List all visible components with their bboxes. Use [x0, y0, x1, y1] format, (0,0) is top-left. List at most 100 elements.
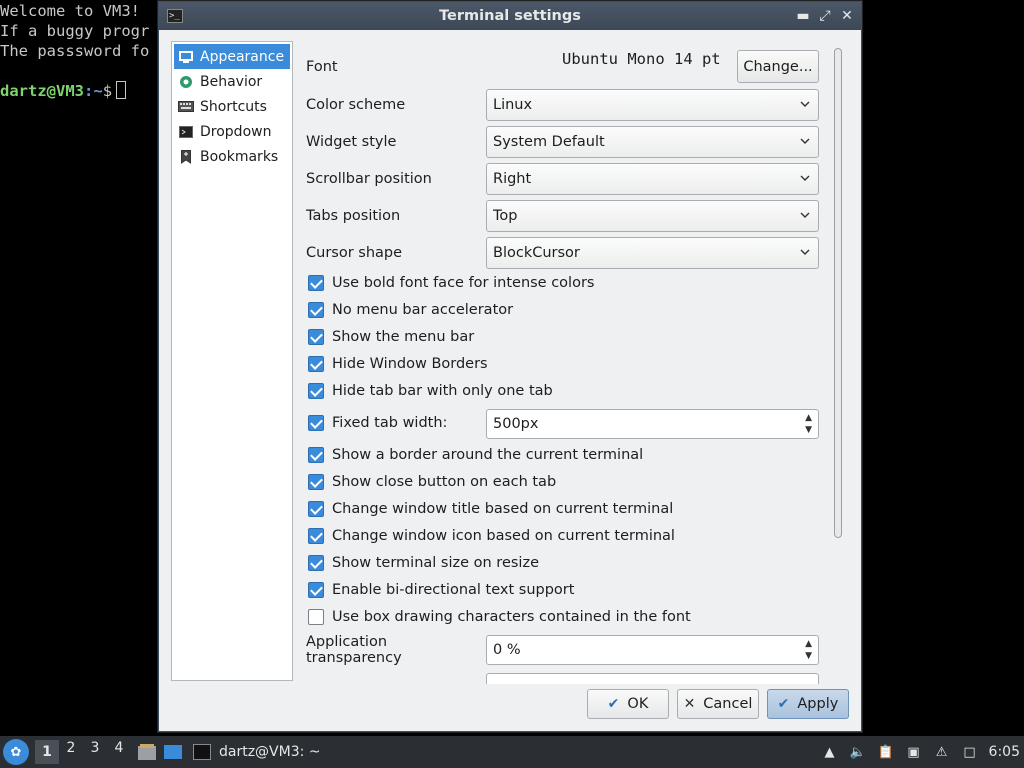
- scrollbar-thumb[interactable]: [834, 48, 842, 538]
- workspace-3[interactable]: 3: [83, 740, 107, 764]
- start-menu-icon[interactable]: ✿: [3, 739, 29, 765]
- chevron-down-icon: [800, 249, 810, 255]
- spin-arrows-icon[interactable]: ▲ ▼: [805, 412, 812, 436]
- checkbox-checked[interactable]: [308, 528, 324, 544]
- maximize-icon[interactable]: ⤢: [817, 8, 833, 24]
- cursor-shape-combobox[interactable]: BlockCursor: [486, 237, 819, 269]
- change-window-icon-checkbox[interactable]: Change window icon based on current term…: [308, 528, 675, 544]
- close-icon[interactable]: ✕: [839, 8, 855, 24]
- color-scheme-label: Color scheme: [306, 97, 406, 113]
- dialog-titlebar[interactable]: >_ Terminal settings ▬ ⤢ ✕: [159, 2, 861, 30]
- checkbox-checked[interactable]: [308, 501, 324, 517]
- volume-icon[interactable]: 🔈: [849, 743, 867, 761]
- settings-scrollbar[interactable]: [833, 48, 843, 678]
- bookmark-icon: [178, 149, 194, 164]
- terminal-cursor: [116, 81, 127, 99]
- hide-tab-bar-checkbox[interactable]: Hide tab bar with only one tab: [308, 383, 553, 399]
- display-icon[interactable]: □: [961, 743, 979, 761]
- cursor-shape-value: BlockCursor: [493, 245, 580, 261]
- sidebar-item-bookmarks[interactable]: Bookmarks: [174, 144, 290, 169]
- color-scheme-combobox[interactable]: Linux: [486, 89, 819, 121]
- sidebar-item-label: Behavior: [200, 73, 263, 90]
- system-tray: ▲ 🔈 📋 ▣ ⚠ □ 6:05: [821, 743, 1020, 761]
- color-scheme-value: Linux: [493, 97, 533, 113]
- change-window-title-checkbox[interactable]: Change window title based on current ter…: [308, 501, 673, 517]
- tabs-position-label: Tabs position: [306, 208, 401, 224]
- transparency-label: Application transparency: [306, 634, 402, 666]
- show-border-checkbox[interactable]: Show a border around the current termina…: [308, 447, 643, 463]
- checkbox-checked[interactable]: [308, 474, 324, 490]
- scrollbar-position-combobox[interactable]: Right: [486, 163, 819, 195]
- sidebar-item-dropdown[interactable]: Dropdown: [174, 119, 290, 144]
- file-manager-icon[interactable]: [137, 743, 157, 761]
- checkbox-checked[interactable]: [308, 383, 324, 399]
- show-desktop-icon[interactable]: [163, 743, 183, 761]
- sidebar-item-label: Dropdown: [200, 123, 272, 140]
- apply-button[interactable]: ✔ Apply: [767, 689, 849, 719]
- sidebar-item-appearance[interactable]: Appearance: [174, 44, 290, 69]
- checkbox-label: Show close button on each tab: [332, 474, 557, 490]
- cursor-shape-label: Cursor shape: [306, 245, 403, 261]
- checkbox-checked[interactable]: [308, 356, 324, 372]
- workspace-2[interactable]: 2: [59, 740, 83, 764]
- network-icon[interactable]: ▣: [905, 743, 923, 761]
- bold-font-checkbox[interactable]: Use bold font face for intense colors: [308, 275, 594, 291]
- font-change-button[interactable]: Change...: [737, 50, 819, 83]
- checkbox-label: Hide tab bar with only one tab: [332, 383, 553, 399]
- terminal-icon: [193, 744, 211, 760]
- bidi-text-checkbox[interactable]: Enable bi-directional text support: [308, 582, 574, 598]
- sidebar-item-behavior[interactable]: Behavior: [174, 69, 290, 94]
- sidebar-item-label: Bookmarks: [200, 148, 279, 165]
- checkbox-checked[interactable]: [308, 415, 324, 431]
- dialog-title: Terminal settings: [439, 8, 581, 24]
- checkbox-label: Use bold font face for intense colors: [332, 275, 595, 291]
- show-terminal-size-checkbox[interactable]: Show terminal size on resize: [308, 555, 539, 571]
- checkbox-checked[interactable]: [308, 329, 324, 345]
- box-drawing-checkbox[interactable]: Use box drawing characters contained in …: [308, 609, 691, 625]
- scroll-up-icon[interactable]: ▲: [821, 743, 839, 761]
- taskbar-task-terminal[interactable]: dartz@VM3: ~: [193, 744, 321, 760]
- chevron-down-icon: [800, 138, 810, 144]
- prompt-symbol: $: [102, 82, 113, 100]
- notification-icon[interactable]: ⚠: [933, 743, 951, 761]
- chevron-down-icon: [800, 175, 810, 181]
- ok-button[interactable]: ✔ OK: [587, 689, 669, 719]
- font-value: Ubuntu Mono 14 pt: [562, 50, 721, 68]
- clipboard-icon[interactable]: 📋: [877, 743, 895, 761]
- ok-label: OK: [627, 696, 649, 712]
- show-menu-bar-checkbox[interactable]: Show the menu bar: [308, 329, 474, 345]
- checkbox-label: Show terminal size on resize: [332, 555, 539, 571]
- checkbox-checked[interactable]: [308, 582, 324, 598]
- widget-style-value: System Default: [493, 134, 605, 150]
- workspace-4[interactable]: 4: [107, 740, 131, 764]
- checkbox-label: Change window title based on current ter…: [332, 501, 674, 517]
- scrollbar-position-label: Scrollbar position: [306, 171, 432, 187]
- hide-window-borders-checkbox[interactable]: Hide Window Borders: [308, 356, 488, 372]
- widget-style-label: Widget style: [306, 134, 397, 150]
- fixed-tab-width-spinbox[interactable]: 500px ▲ ▼: [486, 409, 819, 439]
- show-close-button-checkbox[interactable]: Show close button on each tab: [308, 474, 556, 490]
- transparency-spinbox[interactable]: 0 % ▲ ▼: [486, 635, 819, 665]
- cancel-button[interactable]: ✕ Cancel: [677, 689, 759, 719]
- transparency-value: 0 %: [493, 642, 521, 658]
- minimize-icon[interactable]: ▬: [795, 8, 811, 24]
- terminal-icon: [178, 125, 194, 139]
- checkbox-checked[interactable]: [308, 447, 324, 463]
- tabs-position-combobox[interactable]: Top: [486, 200, 819, 232]
- cancel-icon: ✕: [683, 696, 696, 712]
- checkbox-checked[interactable]: [308, 555, 324, 571]
- checkbox-checked[interactable]: [308, 302, 324, 318]
- checkbox-unchecked[interactable]: [308, 609, 324, 625]
- checkbox-checked[interactable]: [308, 275, 324, 291]
- clock[interactable]: 6:05: [989, 744, 1020, 760]
- next-spinbox-partial[interactable]: [486, 673, 819, 684]
- spin-arrows-icon[interactable]: ▲ ▼: [805, 638, 812, 662]
- no-menu-accelerator-checkbox[interactable]: No menu bar accelerator: [308, 302, 513, 318]
- workspace-1[interactable]: 1: [35, 740, 59, 764]
- widget-style-combobox[interactable]: System Default: [486, 126, 819, 158]
- chevron-down-icon: [800, 101, 810, 107]
- prompt-separator: :: [84, 82, 94, 100]
- terminal-settings-dialog: >_ Terminal settings ▬ ⤢ ✕ Appearance Be…: [158, 1, 862, 732]
- fixed-tab-width-checkbox[interactable]: Fixed tab width:: [308, 415, 447, 431]
- sidebar-item-shortcuts[interactable]: Shortcuts: [174, 94, 290, 119]
